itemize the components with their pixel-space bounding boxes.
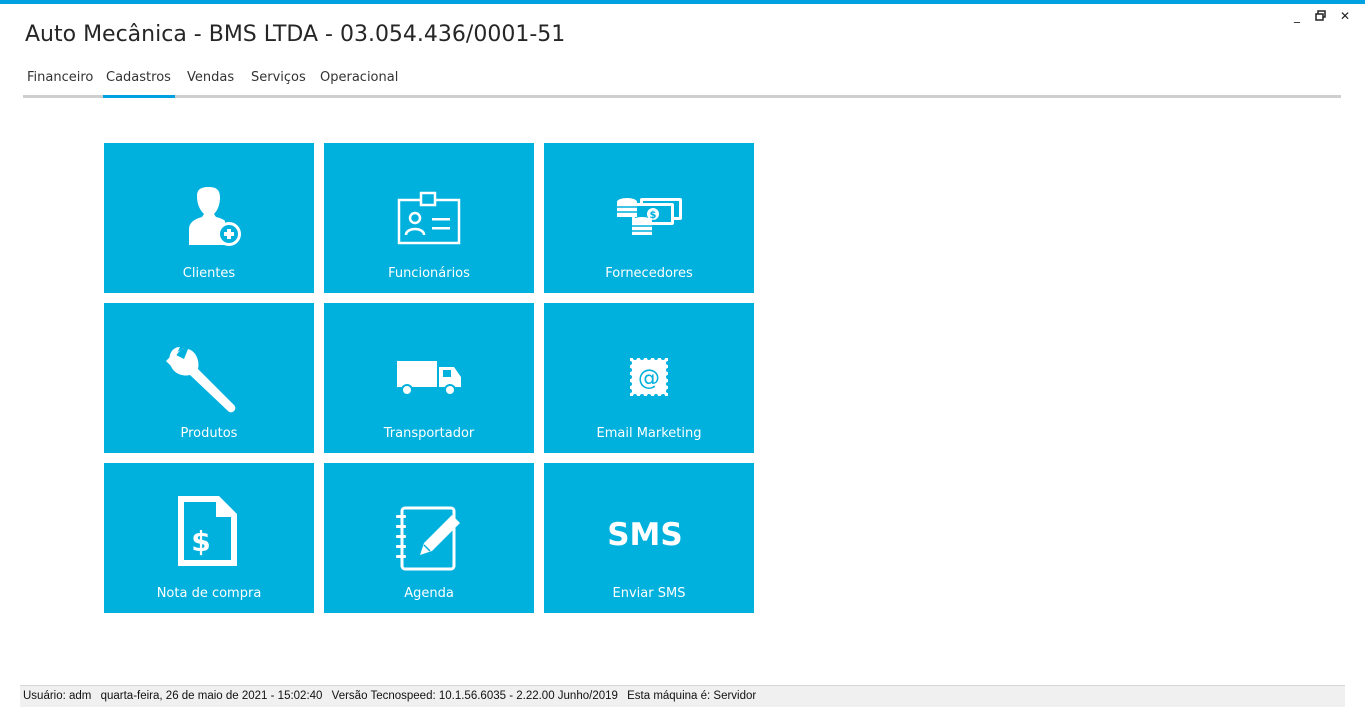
tab-servicos[interactable]: Serviços [248,70,309,98]
tile-enviar-sms[interactable]: SMS Enviar SMS [544,463,754,613]
tile-label: Email Marketing [596,426,702,441]
add-user-icon [189,187,241,246]
restore-icon [1315,10,1326,21]
tile-transportador[interactable]: Transportador [324,303,534,453]
status-bar: Usuário: adm quarta-feira, 26 de maio de… [20,685,1345,707]
restore-button[interactable] [1313,8,1329,24]
status-machine: Esta máquina é: Servidor [627,690,757,702]
tile-email-marketing[interactable]: @ Email Marketing [544,303,754,453]
tile-agenda[interactable]: Agenda [324,463,534,613]
sms-icon: SMS [607,517,683,553]
status-version: Versão Tecnospeed: 10.1.56.6035 - 2.22.0… [331,690,618,702]
tab-financeiro[interactable]: Financeiro [24,70,96,98]
status-datetime: quarta-feira, 26 de maio de 2021 - 15:02… [100,690,323,702]
close-button[interactable]: ✕ [1337,8,1353,24]
tile-label: Enviar SMS [612,586,686,601]
tile-label: Fornecedores [605,266,693,281]
id-badge-icon [397,191,461,245]
tile-funcionarios[interactable]: Funcionários [324,143,534,293]
svg-text:@: @ [638,366,660,391]
truck-icon [397,361,461,396]
window-top-accent-bar [0,0,1365,4]
email-stamp-icon: @ [628,356,670,398]
sms-icon-text: SMS [607,517,683,553]
wrench-icon [166,347,236,413]
minimize-button[interactable]: _ [1289,8,1305,24]
svg-text:$: $ [191,525,210,558]
invoice-dollar-icon: $ [178,496,237,566]
tile-produtos[interactable]: Produtos [104,303,314,453]
tile-fornecedores[interactable]: $ $ Fornecedores [544,143,754,293]
tile-label: Produtos [180,426,238,441]
tile-label: Agenda [404,586,454,601]
window-title: Auto Mecânica - BMS LTDA - 03.054.436/00… [25,22,566,47]
tab-operacional[interactable]: Operacional [317,70,401,98]
tab-vendas[interactable]: Vendas [184,70,237,98]
tile-label: Transportador [383,426,475,441]
money-stack-icon: $ $ [617,198,682,235]
status-user: Usuário: adm [23,690,92,702]
status-text: Usuário: adm quarta-feira, 26 de maio de… [23,690,762,702]
tab-cadastros[interactable]: Cadastros [103,70,175,98]
main-menu-tabs: Financeiro Cadastros Vendas Serviços Ope… [23,66,1341,98]
tile-nota-de-compra[interactable]: $ Nota de compra [104,463,314,613]
tile-label: Nota de compra [156,586,262,601]
notebook-pen-icon [396,506,460,571]
tile-label: Clientes [182,266,236,281]
tile-label: Funcionários [388,266,470,281]
tile-clientes[interactable]: Clientes [104,143,314,293]
